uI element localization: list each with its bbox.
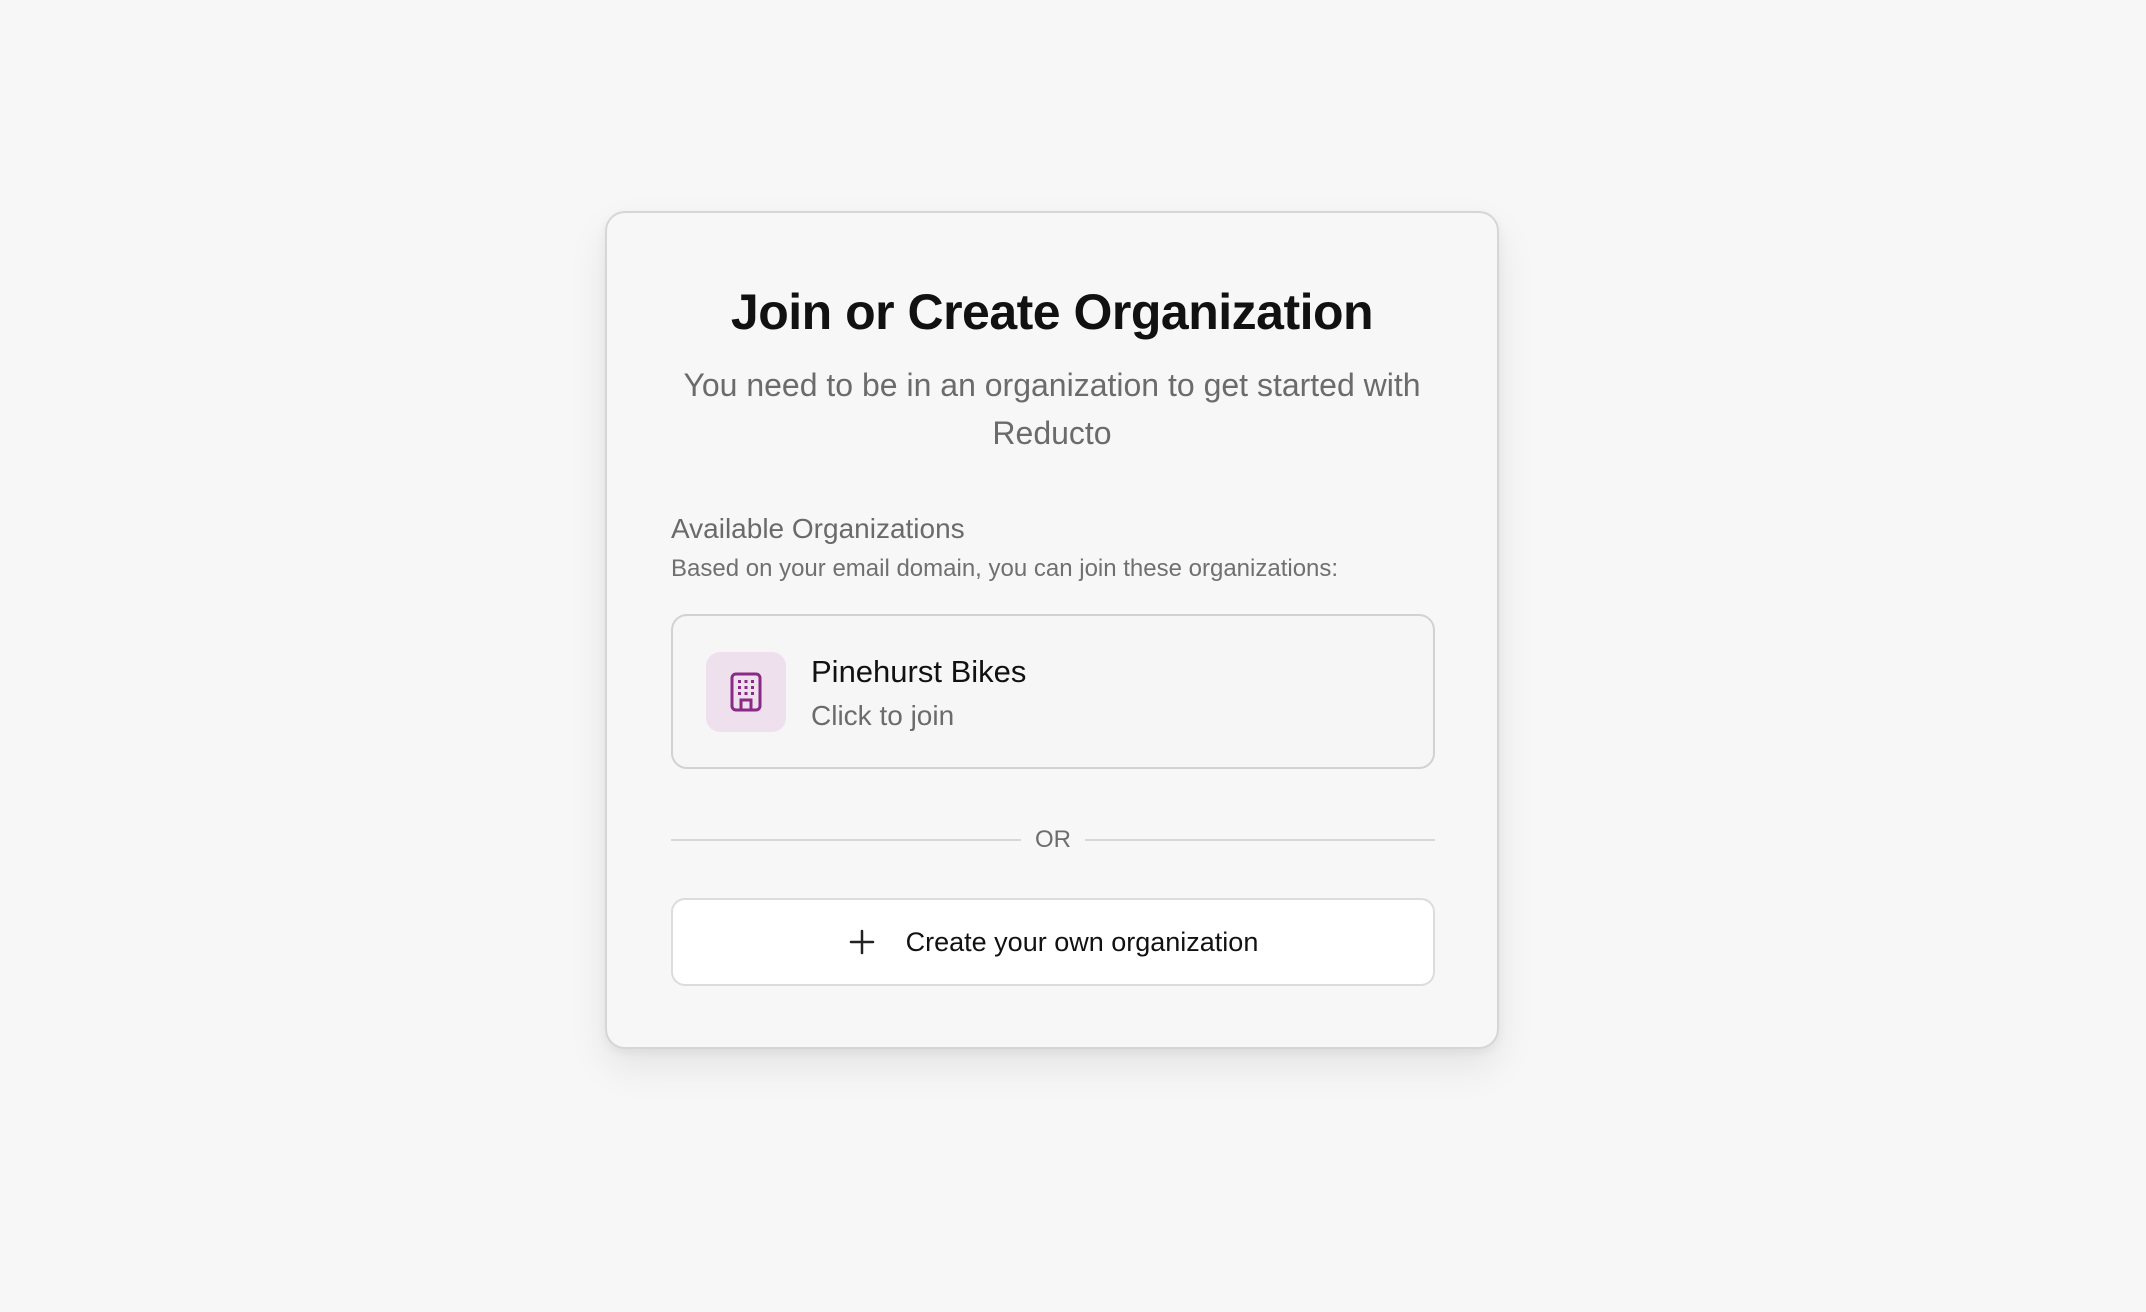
organization-name: Pinehurst Bikes: [811, 654, 1027, 689]
organization-join-hint: Click to join: [811, 700, 955, 731]
available-organizations-heading: Available Organizations: [671, 513, 965, 544]
building-icon: [706, 652, 786, 732]
page-subtitle: You need to be in an organization to get…: [683, 367, 1421, 451]
plus-icon: [848, 928, 876, 956]
available-organizations-description: Based on your email domain, you can join…: [671, 555, 1339, 582]
or-divider: OR: [671, 820, 1435, 860]
divider-line-right: [1085, 839, 1435, 841]
create-organization-label: Create your own organization: [905, 926, 1259, 957]
create-organization-button[interactable]: Create your own organization: [671, 898, 1435, 986]
organization-item-pinehurst-bikes[interactable]: Pinehurst Bikes Click to join: [671, 614, 1435, 769]
join-create-organization-card: Join or Create Organization You need to …: [605, 211, 1499, 1049]
page-title: Join or Create Organization: [730, 284, 1374, 340]
